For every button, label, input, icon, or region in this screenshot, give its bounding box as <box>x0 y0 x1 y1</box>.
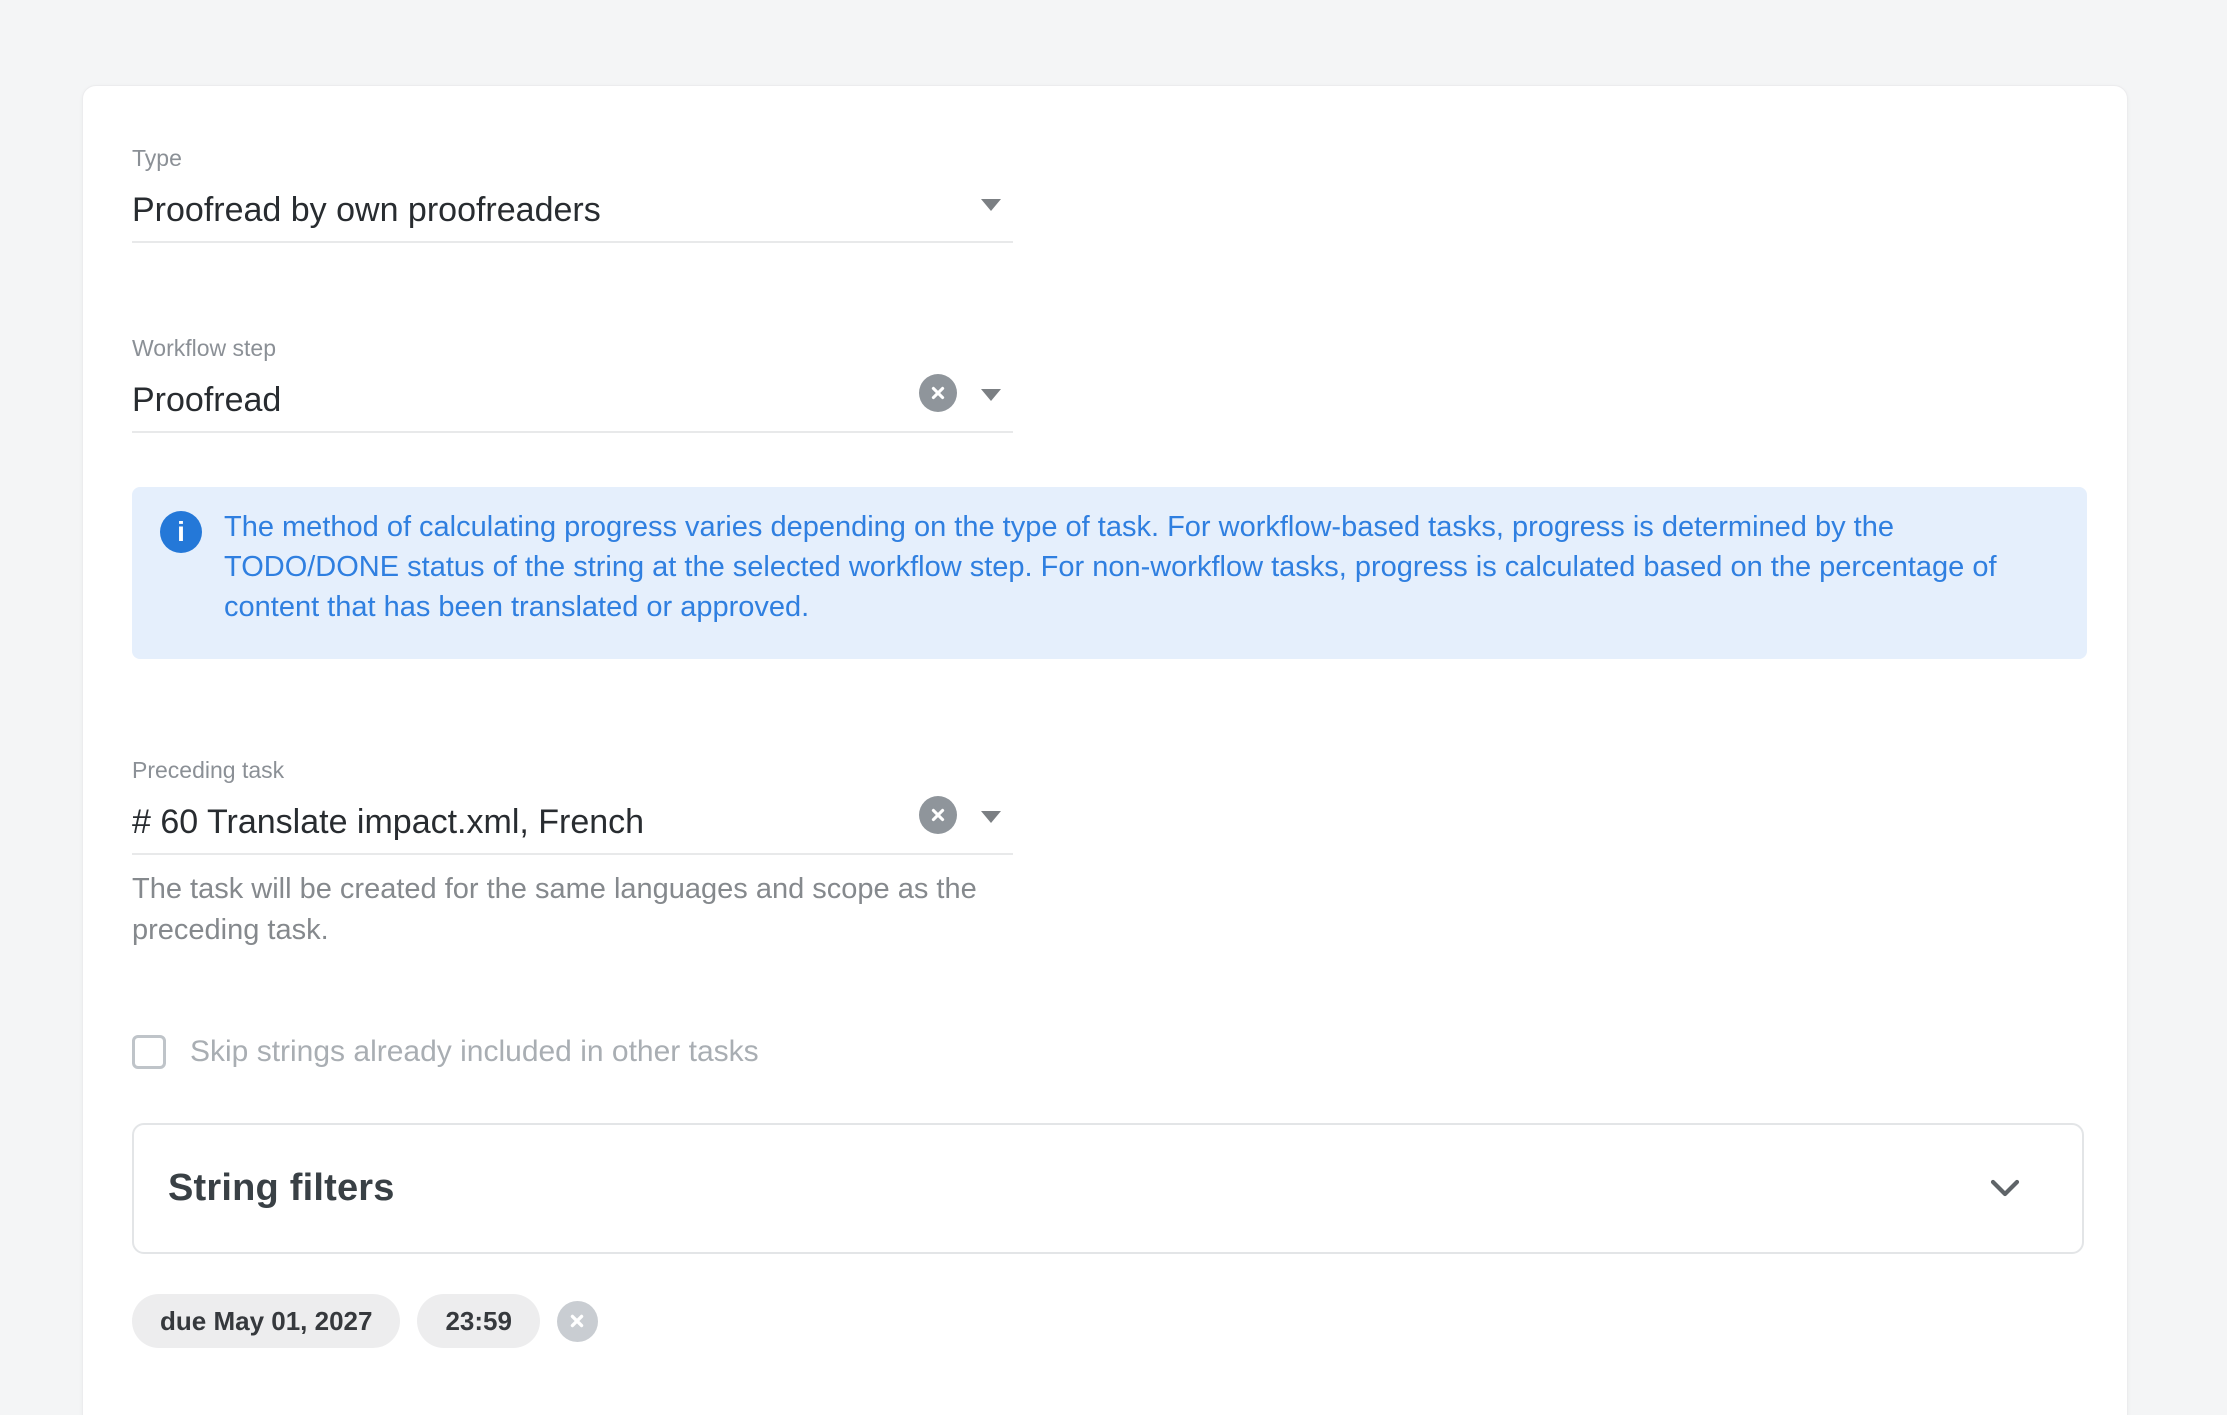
skip-strings-checkbox[interactable] <box>132 1035 166 1069</box>
remove-due-date-button[interactable] <box>557 1301 598 1342</box>
type-label: Type <box>132 145 1013 172</box>
close-icon <box>566 1310 588 1332</box>
progress-info-note: i The method of calculating progress var… <box>132 487 2087 659</box>
workflow-step-select[interactable]: Workflow step Proofread <box>132 335 1013 433</box>
due-date-chip[interactable]: due May 01, 2027 <box>132 1294 400 1348</box>
close-icon <box>927 382 949 404</box>
info-icon: i <box>160 511 202 553</box>
preceding-task-select[interactable]: Preceding task # 60 Translate impact.xml… <box>132 757 1013 855</box>
skip-strings-label: Skip strings already included in other t… <box>190 1035 759 1069</box>
preceding-task-helper-text: The task will be created for the same la… <box>132 869 1037 951</box>
string-filters-header[interactable]: String filters <box>132 1123 2084 1254</box>
due-chips-row: due May 01, 2027 23:59 <box>132 1294 598 1348</box>
workflow-step-clear-button[interactable] <box>919 374 957 412</box>
caret-down-icon[interactable] <box>981 389 1001 401</box>
type-select[interactable]: Type Proofread by own proofreaders <box>132 145 1013 243</box>
workflow-step-label: Workflow step <box>132 335 1013 362</box>
workflow-step-value: Proofread <box>132 378 281 422</box>
chevron-down-icon <box>1986 1177 2024 1201</box>
close-icon <box>927 804 949 826</box>
preceding-task-label: Preceding task <box>132 757 1013 784</box>
due-time-chip[interactable]: 23:59 <box>417 1294 540 1348</box>
type-value: Proofread by own proofreaders <box>132 188 601 232</box>
string-filters-title: String filters <box>168 1167 395 1210</box>
skip-strings-row: Skip strings already included in other t… <box>132 1035 759 1069</box>
caret-down-icon[interactable] <box>981 811 1001 823</box>
preceding-task-value: # 60 Translate impact.xml, French <box>132 800 644 844</box>
caret-down-icon[interactable] <box>981 199 1001 211</box>
info-note-text: The method of calculating progress varie… <box>224 507 2047 627</box>
task-form-card: Type Proofread by own proofreaders Workf… <box>82 85 2128 1415</box>
preceding-task-clear-button[interactable] <box>919 796 957 834</box>
